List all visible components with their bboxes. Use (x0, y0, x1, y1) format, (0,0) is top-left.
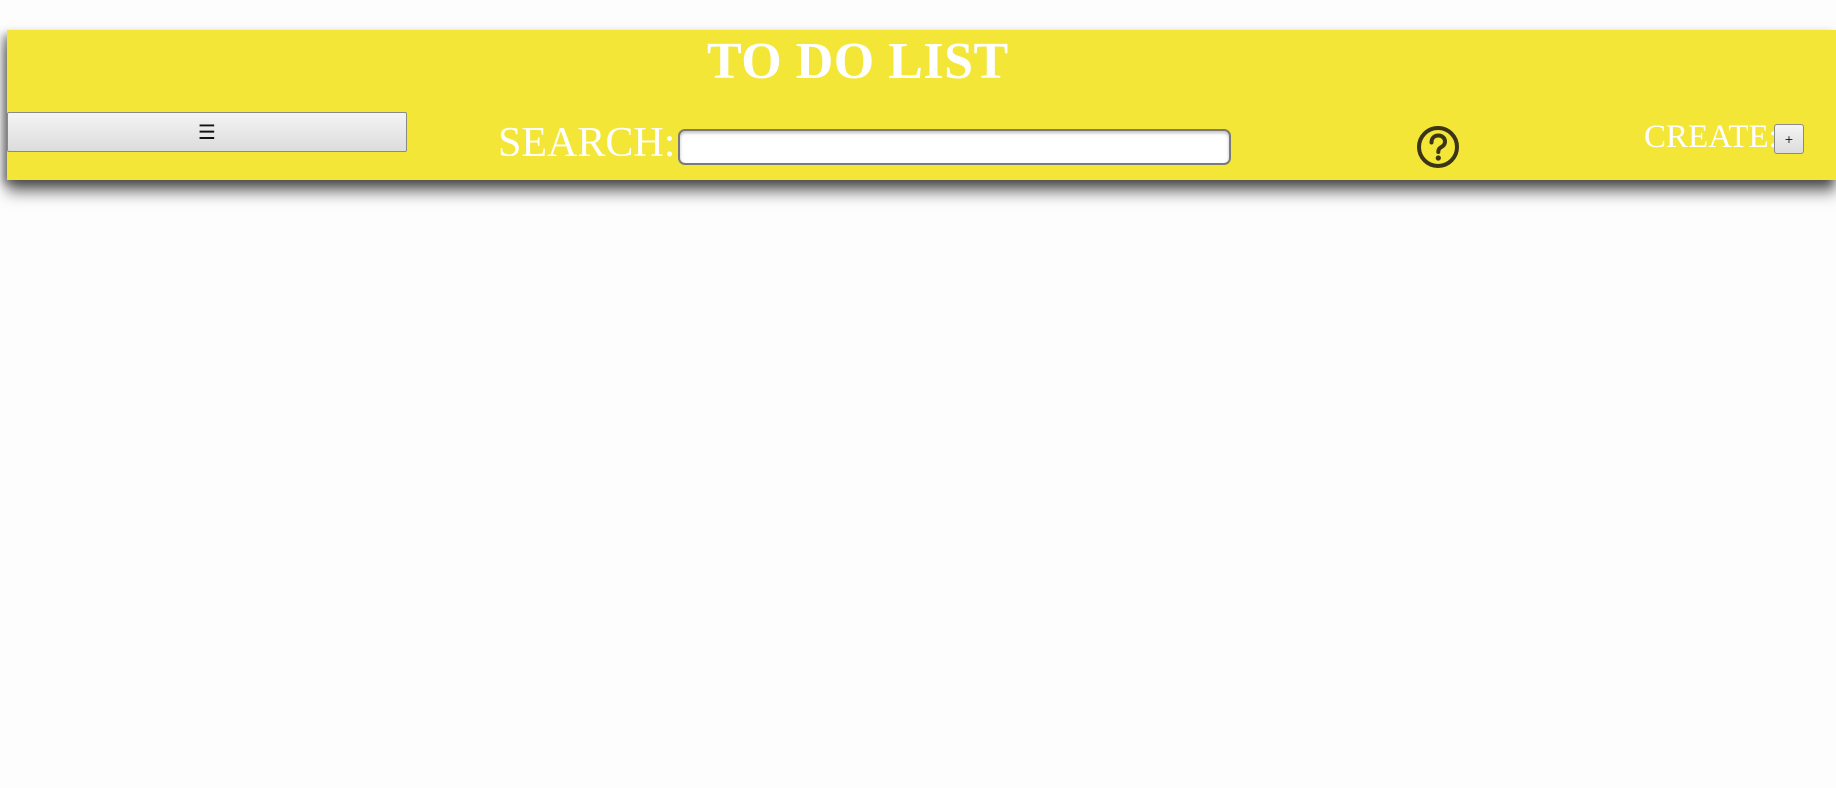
header-bar: TO DO LIST ☰ SEARCH: CREATE: + (7, 30, 1836, 180)
page-title: TO DO LIST (707, 33, 1009, 90)
help-icon[interactable] (1416, 125, 1460, 169)
search-input[interactable] (678, 129, 1231, 165)
app-page: TO DO LIST ☰ SEARCH: CREATE: + (0, 0, 1836, 788)
create-label: CREATE: (1644, 119, 1778, 155)
search-label: SEARCH: (498, 120, 676, 166)
create-button[interactable]: + (1774, 124, 1804, 154)
menu-button[interactable]: ☰ (7, 112, 407, 152)
